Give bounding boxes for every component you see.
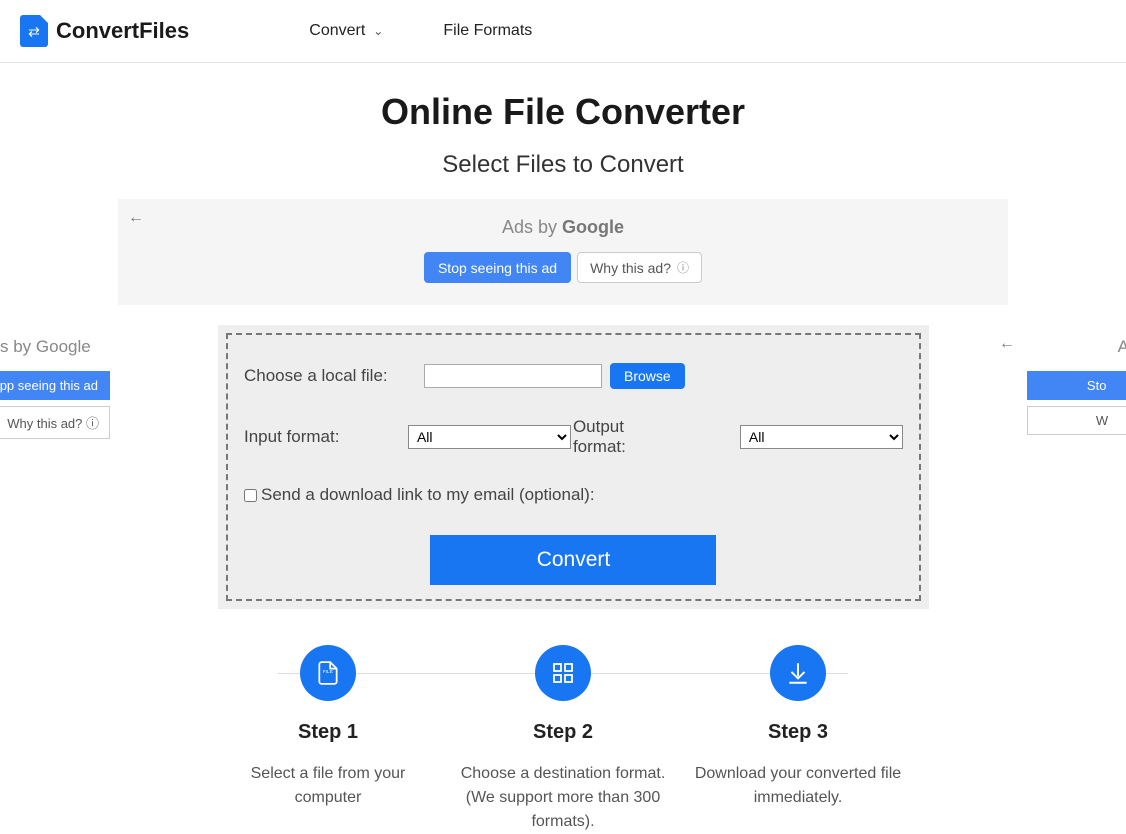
step-1-desc: Select a file from your computer xyxy=(218,762,438,810)
step-2-desc: Choose a destination format. (We support… xyxy=(453,762,673,834)
input-format-label: Input format: xyxy=(244,427,408,447)
side-ad-left-label: s by Google xyxy=(0,337,160,357)
nav-file-formats-label: File Formats xyxy=(443,22,532,40)
grid-icon xyxy=(535,645,591,701)
convert-button[interactable]: Convert xyxy=(430,535,716,585)
header: ConvertFiles Convert ⌄ File Formats xyxy=(0,0,1126,63)
output-format-select[interactable]: All xyxy=(740,425,903,449)
steps-row: FILE Step 1 Select a file from your comp… xyxy=(218,645,908,834)
step-3-desc: Download your converted file immediately… xyxy=(688,762,908,810)
chevron-down-icon: ⌄ xyxy=(373,24,383,38)
side-ad-left: s by Google pp seeing this ad Why this a… xyxy=(0,325,160,451)
main-row: s by Google pp seeing this ad Why this a… xyxy=(0,325,1126,609)
side-stop-ad-button-right[interactable]: Sto xyxy=(1027,371,1126,400)
info-icon: ⓘ xyxy=(677,259,689,276)
ads-by-label: Ads by Google xyxy=(118,217,1008,238)
choose-file-label: Choose a local file: xyxy=(244,366,424,386)
nav-convert-label: Convert xyxy=(309,22,365,40)
logo[interactable]: ConvertFiles xyxy=(20,15,189,47)
logo-icon xyxy=(20,15,48,47)
side-ad-right: ← Ads Sto W xyxy=(987,325,1126,447)
svg-text:FILE: FILE xyxy=(323,669,334,675)
page-title: Online File Converter xyxy=(0,91,1126,133)
step-3-title: Step 3 xyxy=(768,721,828,744)
side-why-ad-button-left[interactable]: Why this ad? ⓘ xyxy=(0,406,110,439)
output-format-label: Output format: xyxy=(573,417,672,457)
browse-button[interactable]: Browse xyxy=(610,363,685,389)
download-icon xyxy=(770,645,826,701)
why-ad-button[interactable]: Why this ad? ⓘ xyxy=(577,252,702,283)
nav-convert[interactable]: Convert ⌄ xyxy=(309,22,383,40)
page-subtitle: Select Files to Convert xyxy=(0,151,1126,179)
step-1: FILE Step 1 Select a file from your comp… xyxy=(218,645,438,834)
nav: Convert ⌄ File Formats xyxy=(309,22,532,40)
step-2: Step 2 Choose a destination format. (We … xyxy=(453,645,673,834)
converter-box: Choose a local file: Browse Input format… xyxy=(218,325,929,609)
nav-file-formats[interactable]: File Formats xyxy=(443,22,532,40)
file-input[interactable] xyxy=(424,364,602,388)
side-why-ad-button-right[interactable]: W xyxy=(1027,406,1126,435)
file-icon: FILE xyxy=(300,645,356,701)
converter-dropzone[interactable]: Choose a local file: Browse Input format… xyxy=(226,333,921,601)
back-arrow-icon-right[interactable]: ← xyxy=(999,335,1015,353)
step-2-title: Step 2 xyxy=(533,721,593,744)
back-arrow-icon[interactable]: ← xyxy=(128,209,144,227)
step-3: Step 3 Download your converted file imme… xyxy=(688,645,908,834)
email-checkbox[interactable] xyxy=(244,489,257,502)
stop-ad-button[interactable]: Stop seeing this ad xyxy=(424,252,571,283)
ad-banner-top: ← Ads by Google Stop seeing this ad Why … xyxy=(118,199,1008,305)
logo-text: ConvertFiles xyxy=(56,18,189,44)
side-stop-ad-button-left[interactable]: pp seeing this ad xyxy=(0,371,110,400)
step-1-title: Step 1 xyxy=(298,721,358,744)
input-format-select[interactable]: All xyxy=(408,425,571,449)
email-checkbox-label: Send a download link to my email (option… xyxy=(261,485,595,505)
